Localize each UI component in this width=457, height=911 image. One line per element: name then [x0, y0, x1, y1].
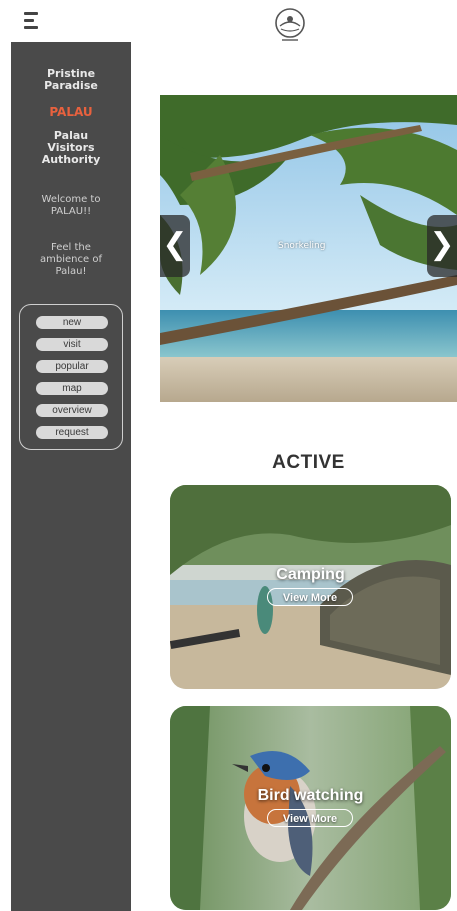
sidebar-authority: Palau Visitors Authority [41, 129, 101, 166]
hero-caption: Snorkeling [278, 241, 326, 251]
sidebar-welcome: Welcome to PALAU!! [41, 194, 101, 217]
sidebar-link-request[interactable]: request [36, 426, 108, 439]
section-title: ACTIVE [272, 452, 345, 473]
activity-title: Camping [276, 566, 345, 583]
sidebar-tagline: Feel the ambience of Palau! [40, 242, 102, 277]
activity-card-camping[interactable]: Camping View More [170, 485, 451, 689]
view-more-button[interactable]: View More [267, 588, 353, 606]
bird-image [170, 706, 451, 910]
chevron-left-icon[interactable]: ❮ [160, 215, 190, 277]
view-more-button[interactable]: View More [267, 809, 353, 827]
sidebar-link-group: new visit popular map overview request [19, 304, 123, 450]
chevron-right-icon[interactable]: ❯ [427, 215, 457, 277]
sidebar-link-overview[interactable]: overview [36, 404, 108, 417]
activity-card-bird-watching[interactable]: Bird watching View More [170, 706, 451, 910]
activity-title: Bird watching [257, 787, 364, 804]
sidebar-link-new[interactable]: new [36, 316, 108, 329]
hero-carousel: Snorkeling ❮ ❯ [160, 95, 457, 402]
sidebar-link-visit[interactable]: visit [36, 338, 108, 351]
sidebar-link-popular[interactable]: popular [36, 360, 108, 373]
sidebar-title: Pristine Paradise [44, 67, 98, 92]
sidebar: Pristine Paradise PALAU Palau Visitors A… [11, 42, 131, 911]
sidebar-link-map[interactable]: map [36, 382, 108, 395]
sidebar-highlight: PALAU [49, 105, 93, 119]
palau-logo-icon[interactable] [271, 6, 309, 44]
camping-image [170, 485, 451, 689]
hamburger-menu-icon[interactable] [24, 12, 38, 30]
